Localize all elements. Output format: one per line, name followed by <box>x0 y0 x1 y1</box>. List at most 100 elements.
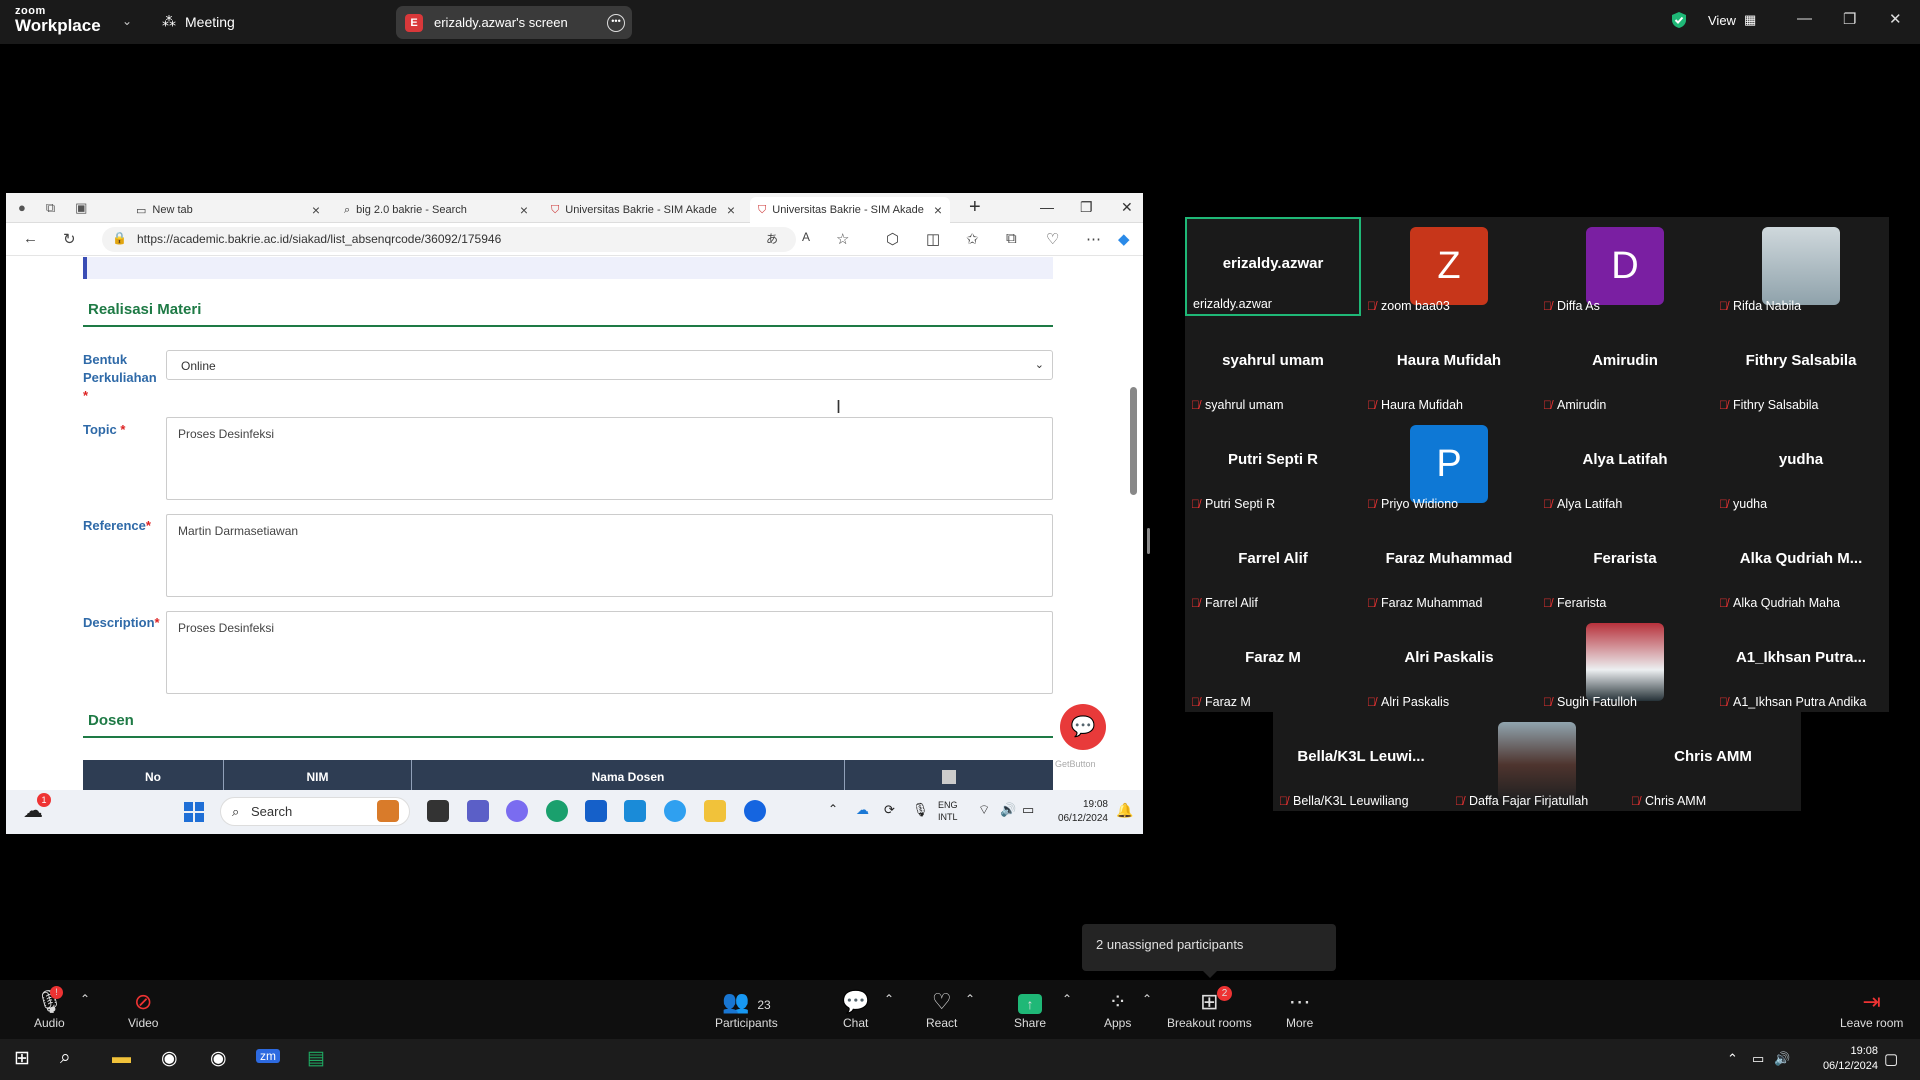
chevron-up-icon[interactable]: ⌃ <box>828 802 838 816</box>
favorites-icon[interactable]: ✩ <box>966 230 979 248</box>
participant-tile[interactable]: A1_Ikhsan Putra... 🎙̸ A1_Ikhsan Putra Andi… <box>1713 613 1889 712</box>
chat-bubble-button[interactable]: 💬 <box>1060 704 1106 750</box>
tab-sim-akademik-1[interactable]: ⛉ Universitas Bakrie - SIM Akadem × <box>543 197 743 223</box>
audio-options-caret[interactable]: ⌃ <box>80 992 90 1006</box>
lock-icon[interactable]: 🔒 <box>112 231 127 245</box>
wifi-icon[interactable]: ⌔ <box>978 802 990 818</box>
refresh-icon[interactable]: ↻ <box>63 230 76 248</box>
participant-tile[interactable]: 🎙̸ Daffa Fajar Firjatullah <box>1449 712 1625 811</box>
edge-icon[interactable] <box>546 800 568 822</box>
participant-tile[interactable]: syahrul umam 🎙̸ syahrul umam <box>1185 316 1361 415</box>
volume-icon[interactable]: 🔊 <box>1000 802 1016 818</box>
network-icon[interactable]: ▭ <box>1752 1051 1764 1067</box>
close-tab-icon[interactable]: × <box>934 202 942 218</box>
close-tab-icon[interactable]: × <box>312 202 320 218</box>
tab-sim-akademik-active[interactable]: ⛉ Universitas Bakrie - SIM Akadem × <box>750 197 950 223</box>
chat-button[interactable]: 💬 Chat <box>842 988 869 1030</box>
more-button[interactable]: ⋯ More <box>1286 988 1313 1030</box>
address-bar[interactable]: https://academic.bakrie.ac.id/siakad/lis… <box>102 227 796 252</box>
task-view-icon[interactable] <box>427 800 449 822</box>
battery-icon[interactable]: ▭ <box>1022 802 1034 818</box>
zoom-app-icon[interactable]: zm <box>256 1049 280 1063</box>
view-button[interactable]: View ▦ <box>1708 12 1756 28</box>
chevron-down-icon[interactable]: ⌄ <box>122 14 132 28</box>
file-explorer-icon[interactable] <box>704 800 726 822</box>
browser-minimize-icon[interactable]: — <box>1040 199 1054 215</box>
close-tab-icon[interactable]: × <box>727 202 735 218</box>
select-all-checkbox[interactable] <box>942 770 956 784</box>
back-icon[interactable]: ← <box>23 230 38 247</box>
app-icon[interactable] <box>664 800 686 822</box>
chrome-icon[interactable]: ◉ <box>161 1047 178 1070</box>
participant-tile[interactable]: Alka Qudriah M... 🎙̸ Alka Qudriah Maha <box>1713 514 1889 613</box>
windows-start-icon[interactable] <box>184 802 204 822</box>
store-icon[interactable] <box>585 800 607 822</box>
participant-tile[interactable]: 🎙̸ Sugih Fatulloh <box>1537 613 1713 712</box>
participant-tile[interactable]: Alya Latifah 🎙̸ Alya Latifah <box>1537 415 1713 514</box>
read-aloud-icon[interactable]: A <box>802 230 810 244</box>
file-explorer-icon[interactable]: ▬ <box>112 1047 131 1069</box>
participant-tile[interactable]: Bella/K3L Leuwi... 🎙̸ Bella/K3L Leuwiliang <box>1273 712 1449 811</box>
participant-tile[interactable]: Haura Mufidah 🎙̸ Haura Mufidah <box>1361 316 1537 415</box>
bentuk-perkuliahan-select[interactable]: Online ⌄ <box>166 350 1053 380</box>
share-options-caret[interactable]: ⌃ <box>1062 992 1072 1006</box>
settings-more-icon[interactable]: ⋯ <box>1086 230 1101 248</box>
volume-icon[interactable]: 🔊 <box>1774 1051 1790 1067</box>
participant-tile[interactable]: Farrel Alif 🎙̸ Farrel Alif <box>1185 514 1361 613</box>
breakout-rooms-button[interactable]: ⊞ 2 Breakout rooms <box>1167 986 1252 1030</box>
scrollbar-thumb[interactable] <box>1130 387 1137 495</box>
copilot-icon[interactable]: ◆ <box>1118 230 1130 248</box>
translate-icon[interactable]: あ <box>766 230 778 247</box>
screen-share-pill[interactable]: E erizaldy.azwar's screen ••• <box>396 6 632 39</box>
onedrive-icon[interactable]: ☁ <box>856 802 869 818</box>
collections-icon[interactable]: ⧉ <box>1006 230 1017 247</box>
tab-search[interactable]: ⌕ big 2.0 bakrie - Search × <box>336 197 536 223</box>
windows-start-icon[interactable]: ⊞ <box>14 1047 30 1070</box>
copilot-app-icon[interactable] <box>506 800 528 822</box>
chrome-profile-icon[interactable]: ◉ <box>210 1047 227 1070</box>
extensions-icon[interactable]: ⬡ <box>886 230 899 248</box>
chat-options-caret[interactable]: ⌃ <box>884 992 894 1006</box>
teams-icon[interactable] <box>467 800 489 822</box>
participant-tile[interactable]: Chris AMM 🎙̸ Chris AMM <box>1625 712 1801 811</box>
participants-button[interactable]: 👥 23 Participants <box>715 988 778 1030</box>
page-scrollbar[interactable] <box>1123 257 1143 769</box>
apps-options-caret[interactable]: ⌃ <box>1142 992 1152 1006</box>
audio-button[interactable]: 🎙 ! Audio <box>34 986 65 1030</box>
shield-check-icon[interactable] <box>1671 11 1687 29</box>
participant-tile[interactable]: Faraz Muhammad 🎙̸ Faraz Muhammad <box>1361 514 1537 613</box>
participant-tile[interactable]: Fithry Salsabila 🎙̸ Fithry Salsabila <box>1713 316 1889 415</box>
restore-icon[interactable]: ❐ <box>1843 10 1856 28</box>
briefcase-app-icon[interactable] <box>377 800 399 822</box>
more-options-icon[interactable]: ••• <box>607 13 625 32</box>
apps-button[interactable]: ⁘ Apps <box>1104 988 1131 1030</box>
reference-textarea[interactable]: Martin Darmasetiawan <box>166 514 1053 597</box>
react-button[interactable]: ♡ React <box>926 988 957 1030</box>
react-options-caret[interactable]: ⌃ <box>965 992 975 1006</box>
browser-close-icon[interactable]: ✕ <box>1121 199 1133 216</box>
participant-tile[interactable]: Putri Septi R 🎙̸ Putri Septi R <box>1185 415 1361 514</box>
participant-tile[interactable]: Faraz M 🎙̸ Faraz M <box>1185 613 1361 712</box>
notifications-icon[interactable]: 🔔 <box>1116 802 1133 819</box>
microphone-icon[interactable]: 🎙 <box>912 802 929 818</box>
participant-tile[interactable]: 🎙̸ Rifda Nabila <box>1713 217 1889 316</box>
participant-tile[interactable]: erizaldy.azwar erizaldy.azwar <box>1185 217 1361 316</box>
minimize-icon[interactable]: — <box>1797 10 1812 27</box>
close-icon[interactable]: ✕ <box>1889 10 1902 28</box>
split-resize-handle[interactable] <box>1147 528 1150 554</box>
language-indicator[interactable]: ENG INTL <box>938 799 958 823</box>
share-button[interactable]: ↑ Share <box>1014 988 1046 1030</box>
favorite-star-icon[interactable]: ☆ <box>836 230 849 248</box>
search-icon[interactable]: ⌕ <box>60 1047 71 1069</box>
meeting-menu-button[interactable]: ⁂ Meeting <box>162 13 235 30</box>
participant-tile[interactable]: Alri Paskalis 🎙̸ Alri Paskalis <box>1361 613 1537 712</box>
workspaces-icon[interactable]: ⧉ <box>46 200 55 216</box>
participant-tile[interactable]: Z 🎙̸ zoom baa03 <box>1361 217 1537 316</box>
split-screen-icon[interactable]: ◫ <box>926 230 940 248</box>
new-tab-icon[interactable]: + <box>969 196 981 219</box>
participant-tile[interactable]: yudha 🎙̸ yudha <box>1713 415 1889 514</box>
topic-textarea[interactable]: Proses Desinfeksi <box>166 417 1053 500</box>
notifications-icon[interactable]: ▢ <box>1884 1050 1898 1068</box>
participant-tile[interactable]: Ferarista 🎙̸ Ferarista <box>1537 514 1713 613</box>
browser-essentials-icon[interactable]: ♡ <box>1046 230 1059 248</box>
